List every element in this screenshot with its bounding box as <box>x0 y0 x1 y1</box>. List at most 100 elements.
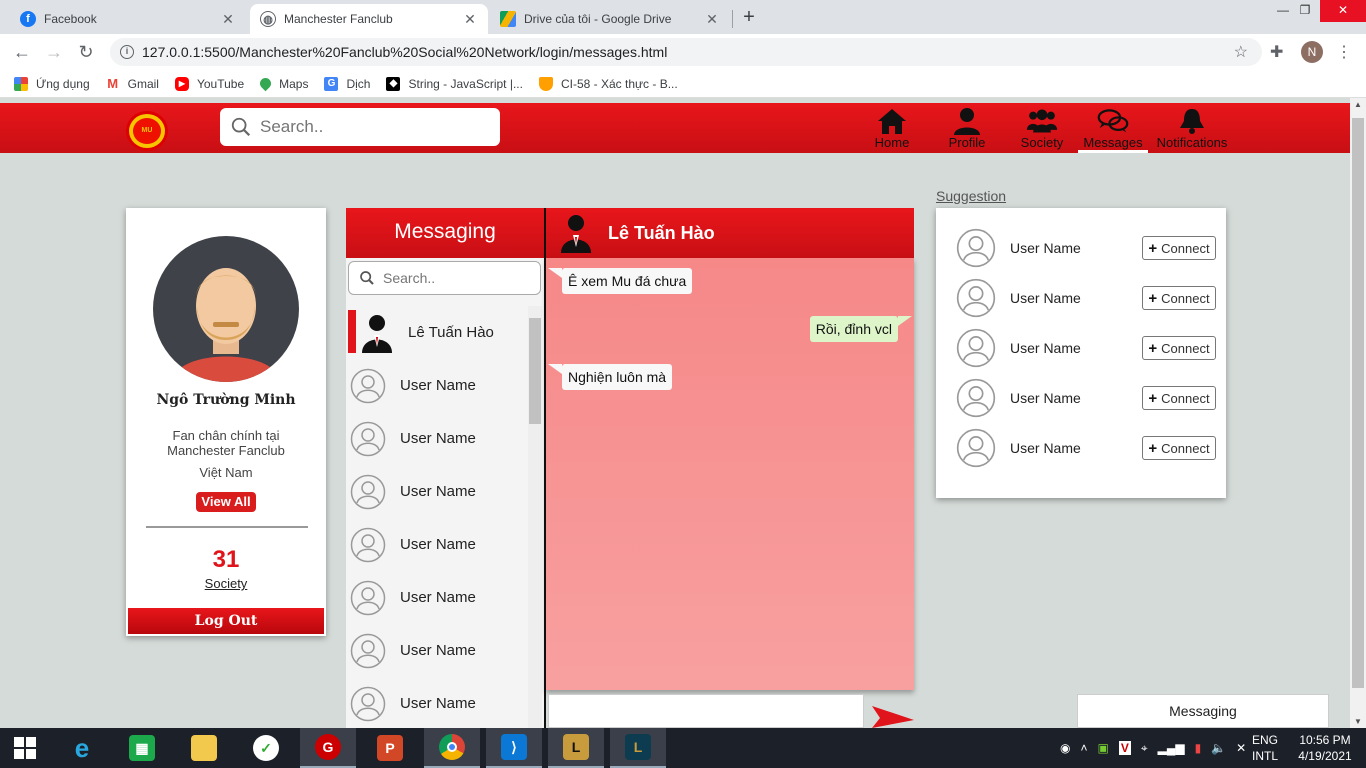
reload-icon[interactable]: ↻ <box>74 40 98 64</box>
suggestion-title[interactable]: Suggestion <box>936 188 1006 204</box>
caret-up-icon[interactable]: ˄ <box>1080 741 1087 755</box>
site-header: MU Home Profile Society Messages Notific… <box>0 103 1350 153</box>
window-close-button[interactable]: ✕ <box>1320 0 1366 22</box>
nvidia-icon[interactable]: ▣ <box>1098 741 1109 755</box>
taskbar-vscode[interactable]: ⟩ <box>486 728 542 768</box>
bookmark-maps[interactable]: Maps <box>257 75 308 92</box>
manchester-united-logo[interactable]: MU <box>126 111 168 151</box>
profile-name: Ngô Trường Minh <box>156 392 296 408</box>
folder-icon <box>191 735 217 761</box>
connect-button[interactable]: + Connect <box>1142 436 1216 460</box>
taskbar-chrome[interactable] <box>424 728 480 768</box>
extensions-icon[interactable]: ✚ <box>1270 42 1283 62</box>
address-bar[interactable]: i 127.0.0.1:5500/Manchester%20Fanclub%20… <box>110 38 1262 66</box>
tab-google-drive[interactable]: Drive của tôi - Google Drive ✕ <box>490 4 730 34</box>
user-placeholder-icon <box>350 686 386 721</box>
translate-icon: G <box>324 76 339 91</box>
plus-icon: + <box>1148 289 1158 307</box>
back-arrow-icon[interactable]: ← <box>10 40 34 64</box>
user-placeholder-icon <box>350 633 386 668</box>
scroll-down-arrow-icon[interactable]: ▼ <box>1350 717 1366 726</box>
taskbar-powerpoint[interactable]: P <box>362 728 418 768</box>
connect-button[interactable]: + Connect <box>1142 336 1216 360</box>
nav-profile[interactable]: Profile <box>947 107 987 153</box>
bearded-man-avatar-icon <box>173 268 279 382</box>
profile-avatar[interactable] <box>153 236 299 382</box>
conversation-item[interactable]: User Name <box>346 677 528 728</box>
bookmark-firebase[interactable]: CI-58 - Xác thực - B... <box>538 76 678 91</box>
chat-input[interactable] <box>548 694 864 728</box>
scrollbar-thumb[interactable] <box>529 318 541 424</box>
conversation-item[interactable]: User Name <box>346 518 528 571</box>
view-all-button[interactable]: View All <box>196 492 256 512</box>
garena-tray-icon[interactable]: ◉ <box>1060 741 1070 755</box>
tab-manchester-fanclub[interactable]: ◍ Manchester Fanclub ✕ <box>250 4 488 34</box>
youtube-icon: ▶ <box>174 76 189 91</box>
connect-button[interactable]: + Connect <box>1142 386 1216 410</box>
conversation-item[interactable]: User Name <box>346 359 528 412</box>
system-clock[interactable]: 10:56 PM 4/19/2021 <box>1290 732 1360 764</box>
tab-facebook[interactable]: f Facebook ✕ <box>10 4 246 34</box>
connect-button[interactable]: + Connect <box>1142 286 1216 310</box>
taskbar-store[interactable]: ▦ <box>114 728 170 768</box>
site-search-box[interactable] <box>220 108 500 146</box>
conversation-item[interactable]: User Name <box>346 412 528 465</box>
bookmark-star-icon[interactable]: ☆ <box>1234 42 1248 62</box>
nav-notifications[interactable]: Notifications <box>1156 107 1228 153</box>
windows-taskbar: e ▦ ✓ G P ⟩ L L ◉ ˄ ▣ V ⌖ ▂▄▆ ▮ 🔈 ✕ ENG … <box>0 728 1366 768</box>
garena-icon: G <box>315 734 341 760</box>
nav-home[interactable]: Home <box>873 107 911 153</box>
messaging-search-box[interactable] <box>348 261 541 295</box>
page-scrollbar[interactable]: ▲ ▼ <box>1350 98 1366 728</box>
message-outgoing: Rồi, đỉnh vcl <box>809 316 913 342</box>
bookmark-youtube[interactable]: ▶ YouTube <box>174 76 244 91</box>
profile-card: Ngô Trường Minh Fan chân chính tại Manch… <box>126 208 326 636</box>
taskbar-file-explorer[interactable] <box>176 728 232 768</box>
search-icon <box>231 117 251 137</box>
scroll-up-arrow-icon[interactable]: ▲ <box>1350 100 1366 109</box>
language-indicator[interactable]: ENG INTL <box>1252 732 1278 764</box>
send-arrow-icon[interactable] <box>872 706 914 728</box>
battery-warning-icon[interactable]: ▮ <box>1195 741 1202 755</box>
bookmark-gmail[interactable]: M Gmail <box>105 76 159 91</box>
forward-arrow-icon[interactable]: → <box>42 40 66 64</box>
muted-mic-icon[interactable]: ✕ <box>1236 741 1246 755</box>
conversation-scrollbar[interactable] <box>528 306 542 728</box>
messaging-popup-button[interactable]: Messaging <box>1077 694 1329 728</box>
taskbar-league-game[interactable]: L <box>610 728 666 768</box>
close-icon[interactable]: ✕ <box>462 11 478 28</box>
close-icon[interactable]: ✕ <box>704 11 720 28</box>
messaging-search-input[interactable] <box>383 270 533 286</box>
conversation-item[interactable]: User Name <box>346 571 528 624</box>
conversation-item[interactable]: User Name <box>346 624 528 677</box>
conversation-item[interactable]: User Name <box>346 465 528 518</box>
bookmark-translate[interactable]: G Dịch <box>324 76 370 91</box>
bookmark-apps[interactable]: Ứng dụng <box>14 76 90 91</box>
menu-kebab-icon[interactable]: ⋮ <box>1336 42 1352 62</box>
logout-button[interactable]: Log Out <box>128 608 324 634</box>
new-tab-button[interactable]: + <box>738 6 760 28</box>
browser-profile-avatar[interactable]: N <box>1301 41 1323 63</box>
start-button[interactable] <box>0 728 50 768</box>
taskbar-garena[interactable]: G <box>300 728 356 768</box>
taskbar-internet-explorer[interactable]: e <box>54 728 110 768</box>
tab-separator <box>732 10 733 28</box>
site-search-input[interactable] <box>260 117 480 137</box>
signal-bars-icon[interactable]: ▂▄▆ <box>1158 741 1185 755</box>
taskbar-app-green[interactable]: ✓ <box>238 728 294 768</box>
url-text[interactable]: 127.0.0.1:5500/Manchester%20Fanclub%20So… <box>142 44 667 60</box>
nav-society[interactable]: Society <box>1020 107 1064 153</box>
scrollbar-thumb[interactable] <box>1352 118 1364 688</box>
connect-button[interactable]: + Connect <box>1142 236 1216 260</box>
bookmark-mdn-string[interactable]: ◆ String - JavaScript |... <box>386 76 523 91</box>
conversation-item[interactable]: Lê Tuấn Hào <box>346 306 528 359</box>
society-link[interactable]: Society <box>126 576 326 591</box>
site-info-icon[interactable]: i <box>120 45 134 59</box>
nav-messages[interactable]: Messages <box>1078 107 1148 153</box>
unikey-v-icon[interactable]: V <box>1118 741 1131 755</box>
browser-toolbar: ← → ↻ i 127.0.0.1:5500/Manchester%20Fanc… <box>0 34 1366 70</box>
speaker-icon[interactable]: 🔈 <box>1211 741 1226 755</box>
close-icon[interactable]: ✕ <box>220 11 236 28</box>
taskbar-league-client[interactable]: L <box>548 728 604 768</box>
network-icon[interactable]: ⌖ <box>1141 741 1148 756</box>
